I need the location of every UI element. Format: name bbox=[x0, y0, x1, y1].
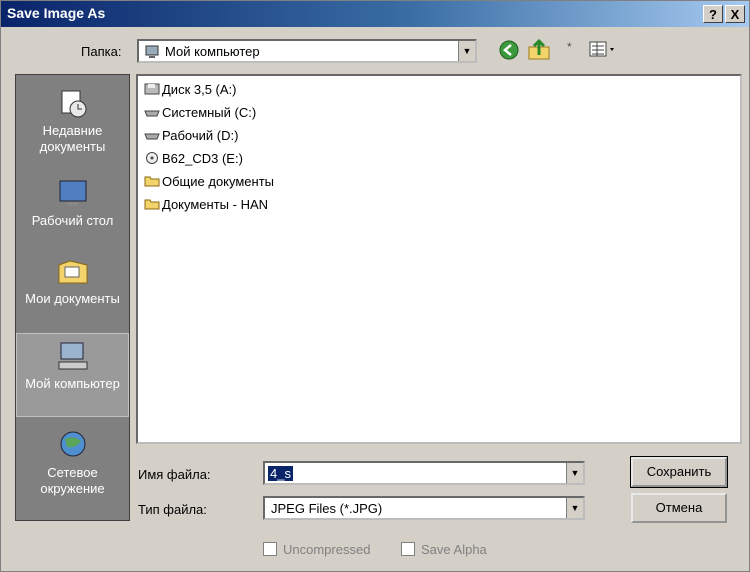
hard-drive-icon bbox=[144, 129, 160, 141]
up-folder-icon bbox=[527, 38, 553, 64]
chevron-down-icon[interactable]: ▼ bbox=[458, 41, 475, 61]
close-button[interactable]: X bbox=[725, 5, 745, 23]
file-name: Документы - HAN bbox=[162, 197, 269, 212]
filetype-dropdown[interactable]: JPEG Files (*.JPG) ▼ bbox=[263, 496, 585, 520]
place-my-computer[interactable]: Мой компьютер bbox=[16, 333, 129, 417]
filetype-label: Тип файла: bbox=[138, 502, 207, 517]
checkbox-box bbox=[401, 542, 415, 556]
back-button[interactable] bbox=[498, 39, 520, 64]
folder-selected: Мой компьютер bbox=[165, 44, 260, 59]
recent-documents-icon bbox=[56, 87, 90, 119]
place-desktop[interactable]: Рабочий стол bbox=[16, 171, 129, 241]
save-alpha-label: Save Alpha bbox=[421, 542, 487, 557]
cancel-button[interactable]: Отмена bbox=[631, 493, 727, 523]
my-computer-icon bbox=[56, 340, 90, 372]
filename-value: 4_s bbox=[268, 466, 293, 481]
file-name: Диск 3,5 (A:) bbox=[162, 82, 237, 97]
new-folder-button[interactable]: * bbox=[567, 39, 572, 54]
list-item[interactable]: Общие документы bbox=[144, 174, 274, 192]
new-folder-icon: * bbox=[567, 40, 572, 54]
checkbox-box bbox=[263, 542, 277, 556]
my-documents-icon bbox=[56, 255, 90, 287]
list-item[interactable]: Системный (C:) bbox=[144, 105, 256, 123]
floppy-drive-icon bbox=[144, 83, 160, 95]
view-grid-icon bbox=[588, 41, 620, 62]
hard-drive-icon bbox=[144, 106, 160, 118]
folder-icon bbox=[144, 198, 160, 210]
place-recent-documents[interactable]: Недавние документы bbox=[16, 81, 129, 169]
back-arrow-icon bbox=[498, 40, 520, 64]
dialog-title: Save Image As bbox=[7, 5, 106, 21]
list-item[interactable]: Документы - HAN bbox=[144, 197, 268, 215]
file-name: Общие документы bbox=[162, 174, 275, 189]
network-icon bbox=[56, 429, 90, 461]
place-label: Мои документы bbox=[25, 291, 120, 306]
computer-icon bbox=[145, 45, 161, 62]
folder-label: Папка: bbox=[81, 44, 122, 59]
uncompressed-label: Uncompressed bbox=[283, 542, 371, 557]
cd-drive-icon bbox=[144, 152, 160, 164]
list-item[interactable]: Диск 3,5 (A:) bbox=[144, 82, 237, 100]
place-label: Недавние документы bbox=[39, 123, 106, 154]
save-image-dialog: Save Image As ? X Папка: Мой компьютер ▼… bbox=[0, 0, 750, 572]
chevron-down-icon[interactable]: ▼ bbox=[566, 463, 583, 483]
filetype-value: JPEG Files (*.JPG) bbox=[271, 501, 383, 516]
file-list[interactable]: Диск 3,5 (A:) Системный (C:) Рабочий (D:… bbox=[136, 74, 742, 444]
place-label: Мой компьютер bbox=[25, 376, 120, 391]
title-bar[interactable]: Save Image As ? X bbox=[1, 1, 749, 27]
folder-icon bbox=[144, 175, 160, 187]
place-network[interactable]: Сетевое окружение bbox=[16, 423, 129, 513]
up-folder-button[interactable] bbox=[527, 38, 553, 64]
filename-label: Имя файла: bbox=[138, 467, 211, 482]
file-name: Системный (C:) bbox=[162, 105, 257, 120]
list-item[interactable]: Рабочий (D:) bbox=[144, 128, 238, 146]
place-label: Рабочий стол bbox=[31, 213, 114, 228]
places-bar: Недавние документы Рабочий стол Мои доку… bbox=[15, 74, 130, 521]
uncompressed-checkbox[interactable]: Uncompressed bbox=[263, 542, 370, 557]
save-button[interactable]: Сохранить bbox=[630, 456, 728, 488]
filename-field[interactable]: 4_s ▼ bbox=[263, 461, 585, 485]
place-my-documents[interactable]: Мои документы bbox=[16, 245, 129, 331]
view-menu-button[interactable] bbox=[588, 39, 620, 62]
folder-dropdown[interactable]: Мой компьютер ▼ bbox=[137, 39, 477, 63]
desktop-icon bbox=[56, 177, 90, 209]
chevron-down-icon[interactable]: ▼ bbox=[566, 498, 583, 518]
file-name: Рабочий (D:) bbox=[162, 128, 239, 143]
place-label: Сетевое окружение bbox=[40, 465, 105, 496]
list-item[interactable]: B62_CD3 (E:) bbox=[144, 151, 243, 169]
file-name: B62_CD3 (E:) bbox=[162, 151, 243, 166]
help-button[interactable]: ? bbox=[703, 5, 723, 23]
save-alpha-checkbox[interactable]: Save Alpha bbox=[401, 542, 487, 557]
